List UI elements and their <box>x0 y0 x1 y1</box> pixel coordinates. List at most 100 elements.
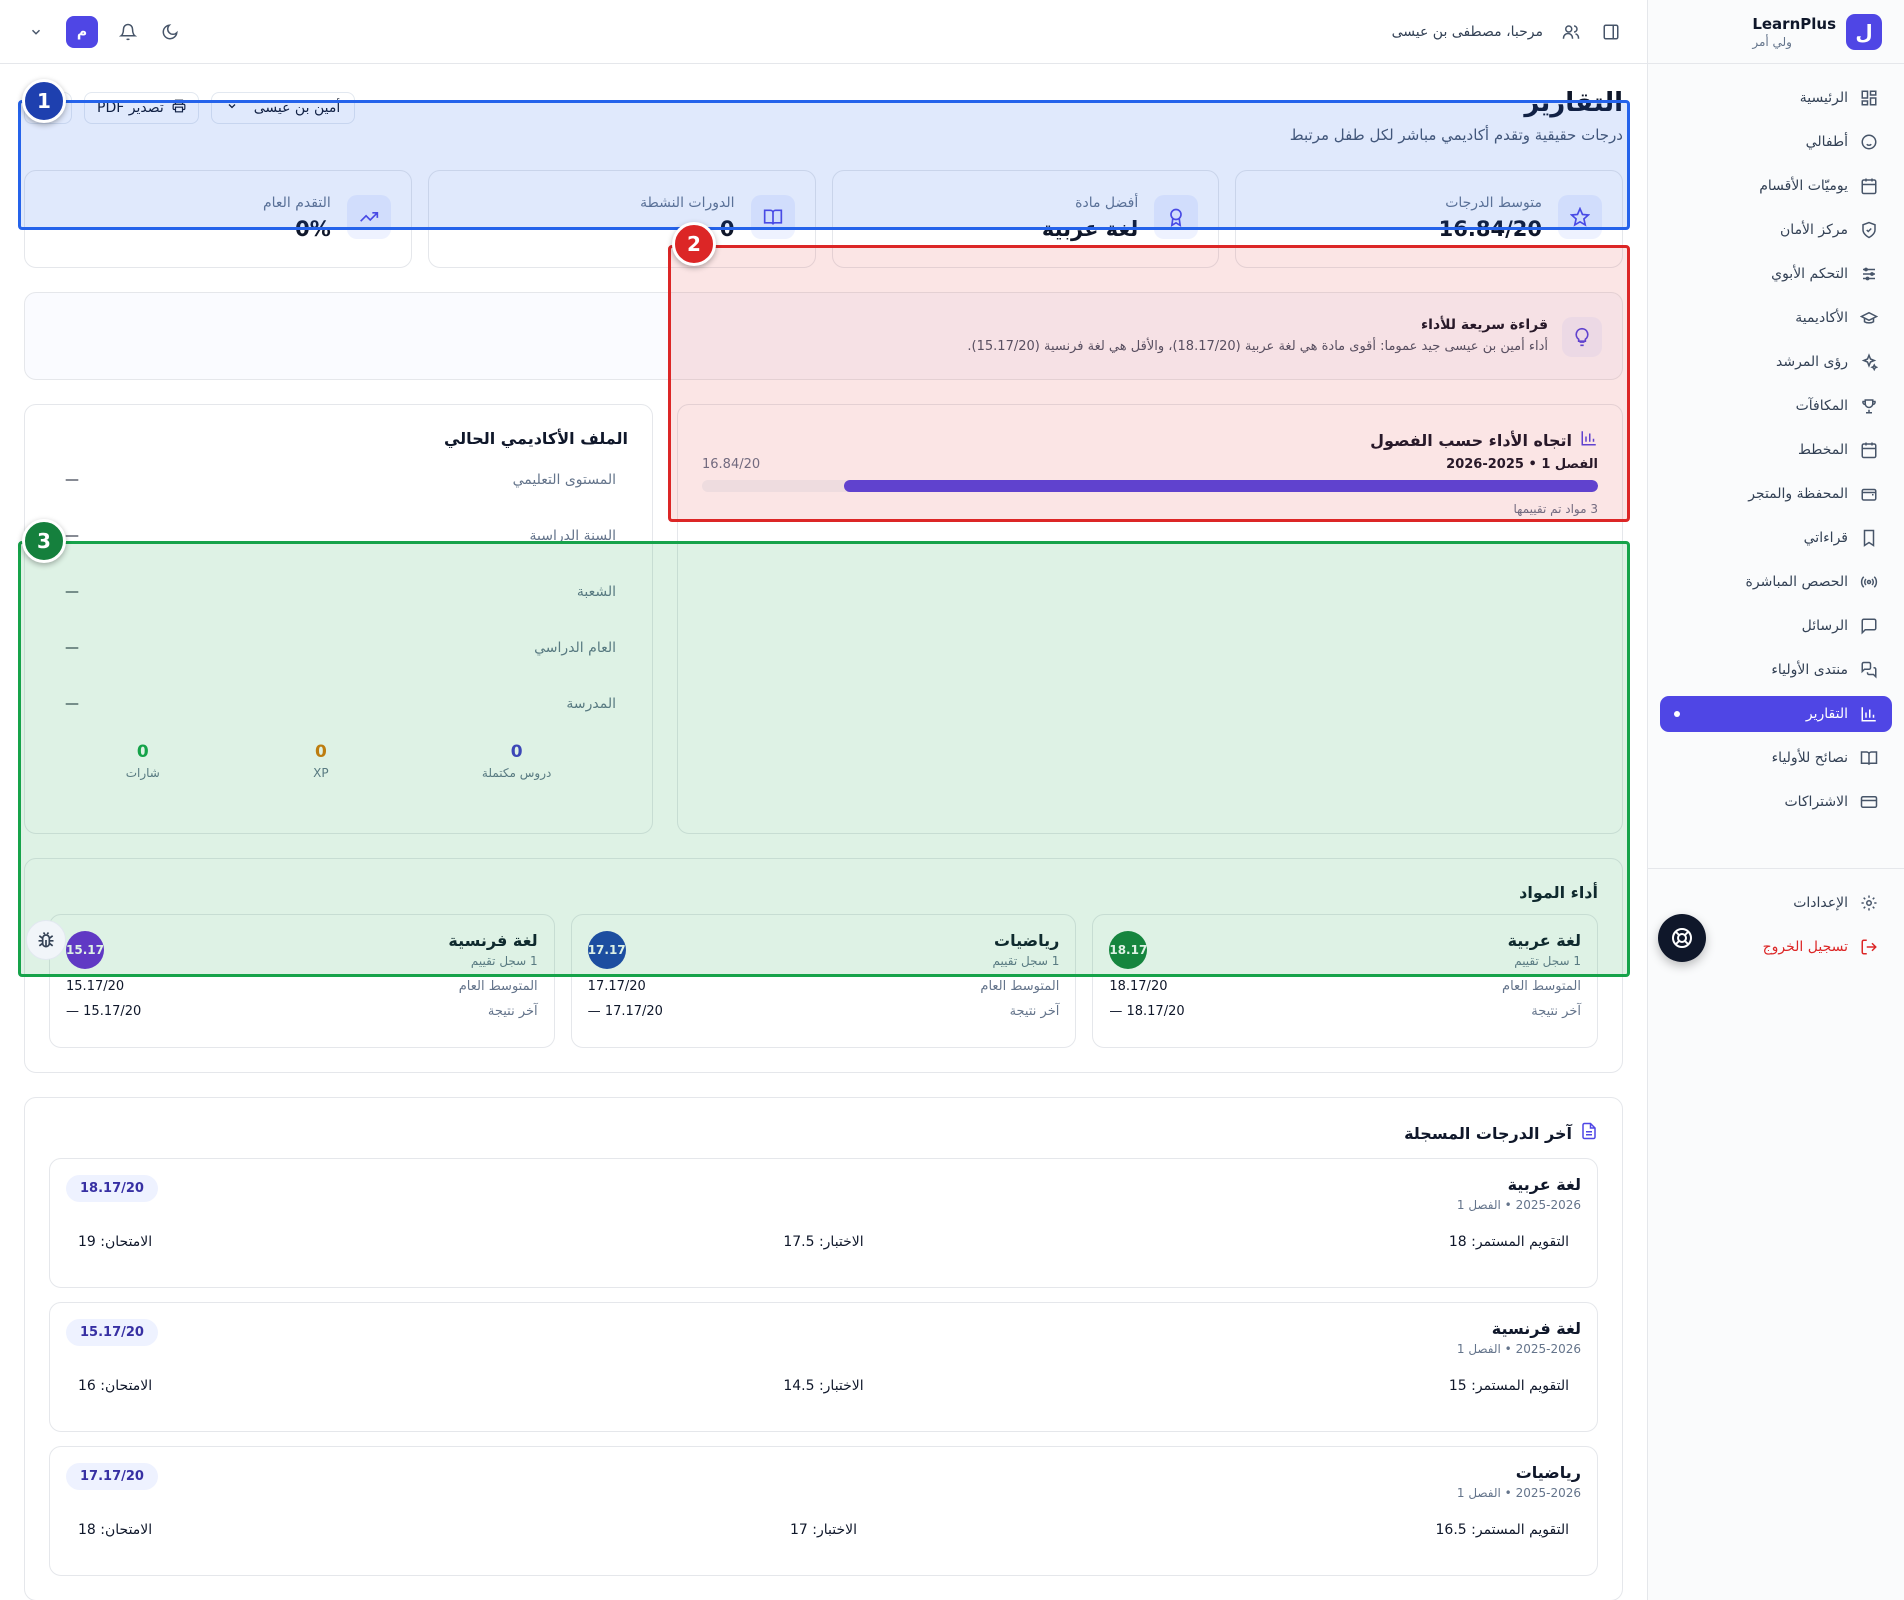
sidebar-item-15[interactable]: نصائح للأولياء <box>1660 740 1892 776</box>
sliders-icon <box>1860 265 1878 283</box>
brand: ل LearnPlus ولي أمر <box>1648 0 1904 64</box>
graduation-cap-icon <box>1860 309 1878 327</box>
help-button[interactable] <box>1658 914 1706 962</box>
bug-icon <box>38 932 54 948</box>
sidebar-item-label: أطفالي <box>1805 134 1848 150</box>
sidebar-nav: الرئيسية أطفالي يوميّات الأقسام مركز الأمان… <box>1648 64 1904 820</box>
sidebar-item-0[interactable]: الرئيسية <box>1660 80 1892 116</box>
sparkles-icon <box>1860 353 1878 371</box>
grade-subject: رياضيات <box>1515 1463 1581 1482</box>
profile-row-label: المستوى التعليمي <box>512 472 616 488</box>
sidebar-item-14[interactable]: التقارير <box>1660 696 1892 732</box>
message-icon <box>1860 617 1878 635</box>
exam-score: الامتحان: 18 <box>78 1522 153 1538</box>
sidebar-item-label: الإعدادات <box>1793 895 1848 911</box>
last-label: آخر نتيجة <box>487 1004 538 1019</box>
avatar[interactable]: م <box>66 15 98 48</box>
sidebar-item-settings[interactable]: الإعدادات <box>1660 885 1892 921</box>
sidebar-item-9[interactable]: المحفظة والمتجر <box>1660 476 1892 512</box>
profile-row-value: — <box>65 472 79 488</box>
moon-icon[interactable] <box>158 20 182 44</box>
sidebar-item-label: المحفظة والمتجر <box>1748 486 1848 502</box>
avg-value: 15.17/20 <box>66 979 125 994</box>
grade-subject: لغة عربية <box>1507 1175 1581 1194</box>
annotation-marker-3: 3 <box>22 519 66 563</box>
card-icon <box>1860 793 1878 811</box>
recent-grades-card: آخر الدرجات المسجلة لغة عربية 2025-2026 •… <box>24 1097 1623 1600</box>
document-icon <box>1580 1122 1598 1144</box>
forum-icon <box>1860 661 1878 679</box>
sidebar-item-13[interactable]: منتدى الأولياء <box>1660 652 1892 688</box>
grade-term: 2025-2026 • الفصل 1 <box>1456 1342 1581 1356</box>
annotation-marker-1: 1 <box>22 79 66 123</box>
grade-subject: لغة فرنسية <box>1491 1319 1581 1338</box>
avg-value: 18.17/20 <box>1109 979 1168 994</box>
grades-title: آخر الدرجات المسجلة <box>1404 1123 1572 1143</box>
bell-icon[interactable] <box>116 20 140 44</box>
dashboard-icon <box>1860 89 1878 107</box>
last-label: آخر نتيجة <box>1009 1004 1060 1019</box>
sidebar-item-2[interactable]: يوميّات الأقسام <box>1660 168 1892 204</box>
wallet-icon <box>1860 485 1878 503</box>
calendar-icon <box>1860 441 1878 459</box>
bar-chart-icon <box>1860 705 1878 723</box>
active-indicator <box>1674 711 1680 717</box>
sidebar-item-label: الأكاديمية <box>1795 310 1848 326</box>
child-icon <box>1860 133 1878 151</box>
sidebar-item-11[interactable]: الحصص المباشرة <box>1660 564 1892 600</box>
grade-term: 2025-2026 • الفصل 1 <box>1456 1198 1581 1212</box>
avg-label: المتوسط العام <box>458 979 538 994</box>
last-value: 18.17/20 — <box>1109 1004 1185 1019</box>
last-value: 17.17/20 — <box>587 1004 663 1019</box>
grade-row: لغة فرنسية 2025-2026 • الفصل 1 15.17/20 الت… <box>49 1302 1598 1432</box>
users-icon <box>1559 20 1583 44</box>
grade-term: 2025-2026 • الفصل 1 <box>1456 1486 1581 1500</box>
profile-title: الملف الأكاديمي الحالي <box>443 429 628 448</box>
grade-score-pill: 18.17/20 <box>66 1175 158 1202</box>
sidebar-item-label: الرئيسية <box>1799 90 1848 106</box>
sidebar-item-3[interactable]: مركز الأمان <box>1660 212 1892 248</box>
exam-score: الامتحان: 16 <box>78 1378 153 1394</box>
bug-report-button[interactable] <box>26 920 66 960</box>
brand-logo: ل <box>1846 13 1882 50</box>
logout-icon <box>1860 938 1878 956</box>
sidebar-item-10[interactable]: قراءاتي <box>1660 520 1892 556</box>
annotation-box-2 <box>668 245 1630 522</box>
sidebar-item-4[interactable]: التحكم الأبوي <box>1660 256 1892 292</box>
last-value: 15.17/20 — <box>66 1004 142 1019</box>
sidebar-item-12[interactable]: الرسائل <box>1660 608 1892 644</box>
annotation-marker-2: 2 <box>672 222 716 266</box>
sidebar-item-6[interactable]: رؤى المرشد <box>1660 344 1892 380</box>
brand-name: LearnPlus <box>1752 14 1836 33</box>
sidebar-item-label: نصائح للأولياء <box>1771 750 1848 766</box>
sidebar-item-7[interactable]: المكافآت <box>1660 388 1892 424</box>
last-label: آخر نتيجة <box>1531 1004 1581 1019</box>
sidebar: ل LearnPlus ولي أمر الرئيسية أطفالي يوميّا… <box>1647 0 1904 1600</box>
sidebar-item-label: رؤى المرشد <box>1776 354 1848 370</box>
sidebar-item-label: الحصص المباشرة <box>1745 574 1848 590</box>
user-role: ولي أمر <box>1752 34 1792 49</box>
sidebar-item-label: مركز الأمان <box>1780 222 1848 238</box>
profile-row: المستوى التعليمي — <box>49 452 628 508</box>
sidebar-item-label: الاشتراكات <box>1784 794 1848 810</box>
sidebar-item-label: قراءاتي <box>1803 530 1848 546</box>
sidebar-item-5[interactable]: الأكاديمية <box>1660 300 1892 336</box>
sidebar-toggle-icon[interactable] <box>1599 20 1623 44</box>
avg-label: المتوسط العام <box>980 979 1060 994</box>
calendar-icon <box>1860 177 1878 195</box>
avg-value: 17.17/20 <box>587 979 646 994</box>
sidebar-item-label: التقارير <box>1805 706 1848 722</box>
exam-score: الامتحان: 19 <box>78 1234 153 1250</box>
sidebar-item-1[interactable]: أطفالي <box>1660 124 1892 160</box>
quiz-score: الاختبار: 14.5 <box>783 1378 864 1394</box>
chevron-down-icon[interactable] <box>24 20 48 44</box>
sidebar-item-16[interactable]: الاشتراكات <box>1660 784 1892 820</box>
shield-icon <box>1860 221 1878 239</box>
book-icon <box>1860 529 1878 547</box>
sidebar-item-8[interactable]: المخطط <box>1660 432 1892 468</box>
lifebuoy-icon <box>1672 928 1692 948</box>
quiz-score: الاختبار: 17 <box>790 1522 857 1538</box>
continuous-assessment: التقويم المستمر: 18 <box>1448 1234 1569 1250</box>
continuous-assessment: التقويم المستمر: 15 <box>1448 1378 1569 1394</box>
grade-row: لغة عربية 2025-2026 • الفصل 1 18.17/20 التق… <box>49 1158 1598 1288</box>
